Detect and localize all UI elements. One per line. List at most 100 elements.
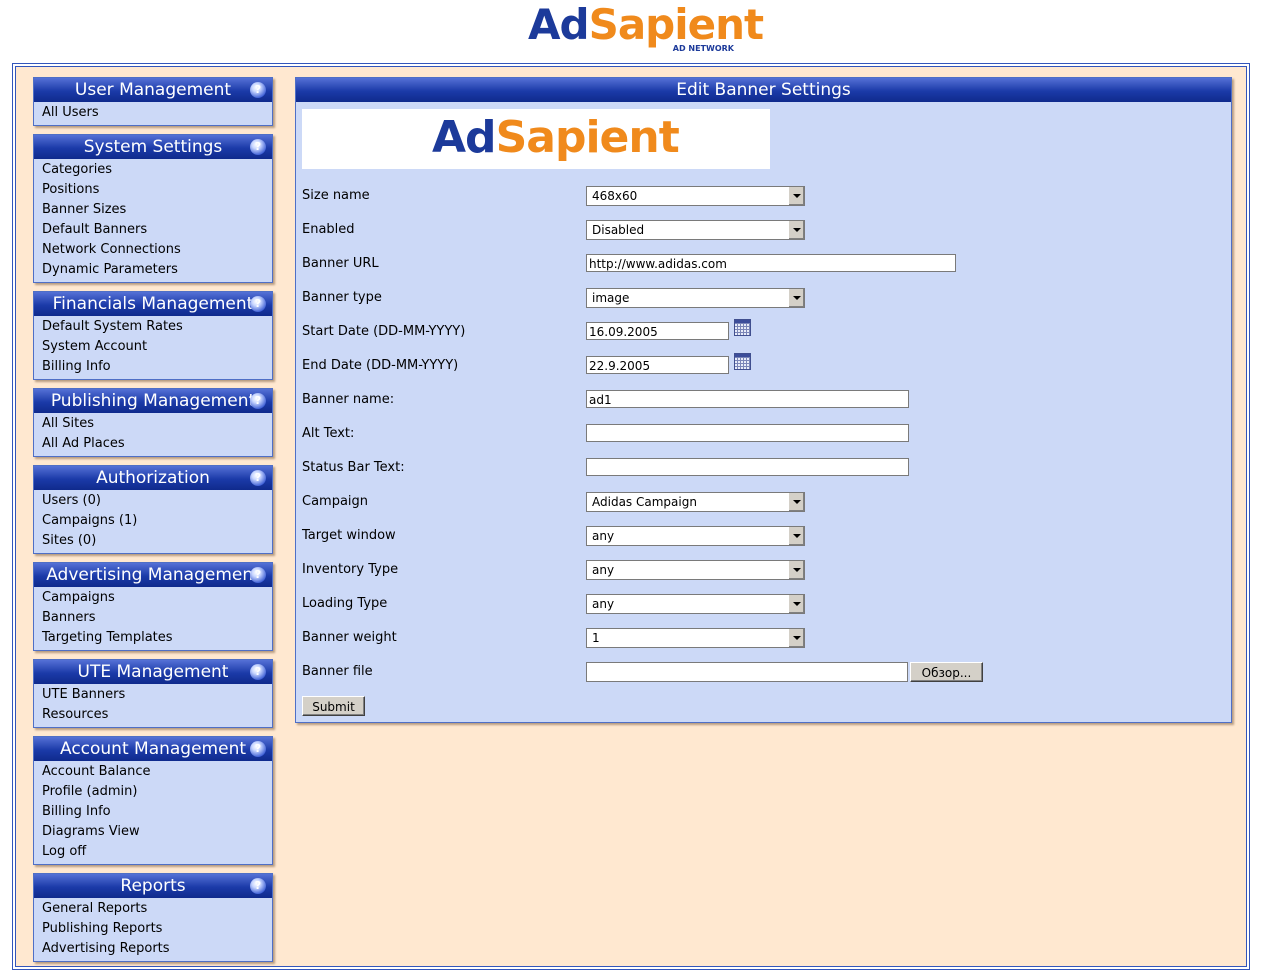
sidebar-item-list: Campaigns Banners Targeting Templates — [34, 587, 272, 650]
sidebar-item-list: Default System Rates System Account Billin… — [34, 316, 272, 379]
campaign-label: Campaign — [302, 494, 369, 509]
help-icon[interactable]: ? — [250, 393, 266, 409]
sidebar-section-financials-management: Financials Management? Default System Rat… — [33, 291, 273, 380]
sidebar-item-default-system-rates[interactable]: Default System Rates — [42, 317, 272, 337]
sidebar-item-categories[interactable]: Categories — [42, 160, 272, 180]
banner-weight-select[interactable]: 1 — [586, 628, 805, 648]
sidebar-section-advertising-management: Advertising Management? Campaigns Banners T… — [33, 562, 273, 651]
sidebar-item-positions[interactable]: Positions — [42, 180, 272, 200]
size-name-select[interactable]: 468x60 — [586, 186, 805, 206]
sidebar-section-title: User Management? — [34, 78, 272, 102]
sidebar-item-list: All Sites All Ad Places — [34, 413, 272, 456]
calendar-icon[interactable] — [734, 353, 751, 370]
preview-logo-ad: Ad — [432, 112, 497, 163]
inventory-type-label: Inventory Type — [302, 562, 399, 577]
sidebar-item-account-balance[interactable]: Account Balance — [42, 762, 272, 782]
chevron-down-icon — [788, 187, 804, 205]
sidebar-item-targeting-templates[interactable]: Targeting Templates — [42, 628, 272, 648]
alt-text-input[interactable] — [586, 424, 909, 442]
sidebar-item-list: All Users — [34, 102, 272, 125]
sidebar-item-profile-admin[interactable]: Profile (admin) — [42, 782, 272, 802]
chevron-down-icon — [788, 595, 804, 613]
sidebar-item-general-reports[interactable]: General Reports — [42, 899, 272, 919]
end-date-input[interactable]: 22.9.2005 — [586, 356, 729, 374]
help-icon[interactable]: ? — [250, 664, 266, 680]
sidebar-item-list: Users (0) Campaigns (1) Sites (0) — [34, 490, 272, 553]
banner-type-select[interactable]: image — [586, 288, 805, 308]
sidebar-item-network-connections[interactable]: Network Connections — [42, 240, 272, 260]
loading-type-label: Loading Type — [302, 596, 388, 611]
sidebar-item-default-banners[interactable]: Default Banners — [42, 220, 272, 240]
sidebar-section-title: Reports? — [34, 874, 272, 898]
target-window-select[interactable]: any — [586, 526, 805, 546]
sidebar-item-all-ad-places[interactable]: All Ad Places — [42, 434, 272, 454]
help-icon[interactable]: ? — [250, 741, 266, 757]
status-bar-text-input[interactable] — [586, 458, 909, 476]
sidebar-item-campaigns[interactable]: Campaigns — [42, 588, 272, 608]
start-date-label: Start Date (DD-MM-YYYY) — [302, 324, 466, 339]
sidebar-item-all-sites[interactable]: All Sites — [42, 414, 272, 434]
sidebar-section-title: UTE Management? — [34, 660, 272, 684]
help-icon[interactable]: ? — [250, 878, 266, 894]
size-name-label: Size name — [302, 188, 370, 203]
sidebar-item-campaigns-1[interactable]: Campaigns (1) — [42, 511, 272, 531]
sidebar-item-publishing-reports[interactable]: Publishing Reports — [42, 919, 272, 939]
banner-type-label: Banner type — [302, 290, 382, 305]
loading-type-select[interactable]: any — [586, 594, 805, 614]
adsapient-logo: AdSapient AD NETWORK — [528, 2, 764, 58]
banner-file-input[interactable] — [586, 662, 908, 682]
sidebar-item-advertising-reports[interactable]: Advertising Reports — [42, 939, 272, 959]
sidebar-item-list: Categories Positions Banner Sizes Default B… — [34, 159, 272, 282]
banner-weight-label: Banner weight — [302, 630, 397, 645]
sidebar-section-user-management: User Management? All Users — [33, 77, 273, 126]
campaign-select[interactable]: Adidas Campaign — [586, 492, 805, 512]
sidebar-section-ute-management: UTE Management? UTE Banners Resources — [33, 659, 273, 728]
sidebar-item-list: General Reports Publishing Reports Adverti… — [34, 898, 272, 961]
sidebar-item-sites-0[interactable]: Sites (0) — [42, 531, 272, 551]
sidebar-item-users-0[interactable]: Users (0) — [42, 491, 272, 511]
sidebar-item-system-account[interactable]: System Account — [42, 337, 272, 357]
help-icon[interactable]: ? — [250, 296, 266, 312]
inventory-type-select[interactable]: any — [586, 560, 805, 580]
banner-name-input[interactable]: ad1 — [586, 390, 909, 408]
alt-text-label: Alt Text: — [302, 426, 355, 441]
sidebar-item-resources[interactable]: Resources — [42, 705, 272, 725]
calendar-icon[interactable] — [734, 319, 751, 336]
help-icon[interactable]: ? — [250, 470, 266, 486]
sidebar-item-ute-banners[interactable]: UTE Banners — [42, 685, 272, 705]
sidebar-item-all-users[interactable]: All Users — [42, 103, 272, 123]
sidebar-item-dynamic-parameters[interactable]: Dynamic Parameters — [42, 260, 272, 280]
sidebar-item-billing-info[interactable]: Billing Info — [42, 357, 272, 377]
sidebar-item-banner-sizes[interactable]: Banner Sizes — [42, 200, 272, 220]
sidebar-section-title: System Settings? — [34, 135, 272, 159]
sidebar-section-account-management: Account Management? Account Balance Profil… — [33, 736, 273, 865]
target-window-label: Target window — [302, 528, 396, 543]
sidebar-section-title-text: Account Management — [59, 739, 247, 759]
preview-logo-sapient: Sapient — [495, 112, 680, 163]
help-icon[interactable]: ? — [250, 139, 266, 155]
browse-button[interactable]: Обзор... — [910, 662, 983, 682]
sidebar-item-billing-info[interactable]: Billing Info — [42, 802, 272, 822]
sidebar-section-title-text: System Settings — [83, 137, 223, 157]
sidebar-item-diagrams-view[interactable]: Diagrams View — [42, 822, 272, 842]
edit-banner-panel: Edit Banner Settings AdSapient Size name… — [295, 77, 1232, 723]
sidebar-item-list: UTE Banners Resources — [34, 684, 272, 727]
help-icon[interactable]: ? — [250, 82, 266, 98]
sidebar-section-title: Publishing Management? — [34, 389, 272, 413]
sidebar-item-banners[interactable]: Banners — [42, 608, 272, 628]
sidebar-section-title-text: Financials Management — [52, 294, 254, 314]
end-date-label: End Date (DD-MM-YYYY) — [302, 358, 459, 373]
start-date-input[interactable]: 16.09.2005 — [586, 322, 729, 340]
sidebar-item-log-off[interactable]: Log off — [42, 842, 272, 862]
sidebar-item-list: Account Balance Profile (admin) Billing In… — [34, 761, 272, 864]
submit-button[interactable]: Submit — [302, 696, 365, 716]
logo-text-sapient: Sapient — [588, 0, 765, 49]
banner-url-input[interactable]: http://www.adidas.com — [586, 254, 956, 272]
panel-title: Edit Banner Settings — [296, 78, 1231, 102]
enabled-select[interactable]: Disabled — [586, 220, 805, 240]
help-icon[interactable]: ? — [250, 567, 266, 583]
sidebar-section-title-text: UTE Management — [77, 662, 229, 682]
sidebar-section-title: Advertising Management? — [34, 563, 272, 587]
sidebar-section-reports: Reports? General Reports Publishing Report… — [33, 873, 273, 962]
sidebar-section-title-text: Authorization — [96, 468, 210, 488]
